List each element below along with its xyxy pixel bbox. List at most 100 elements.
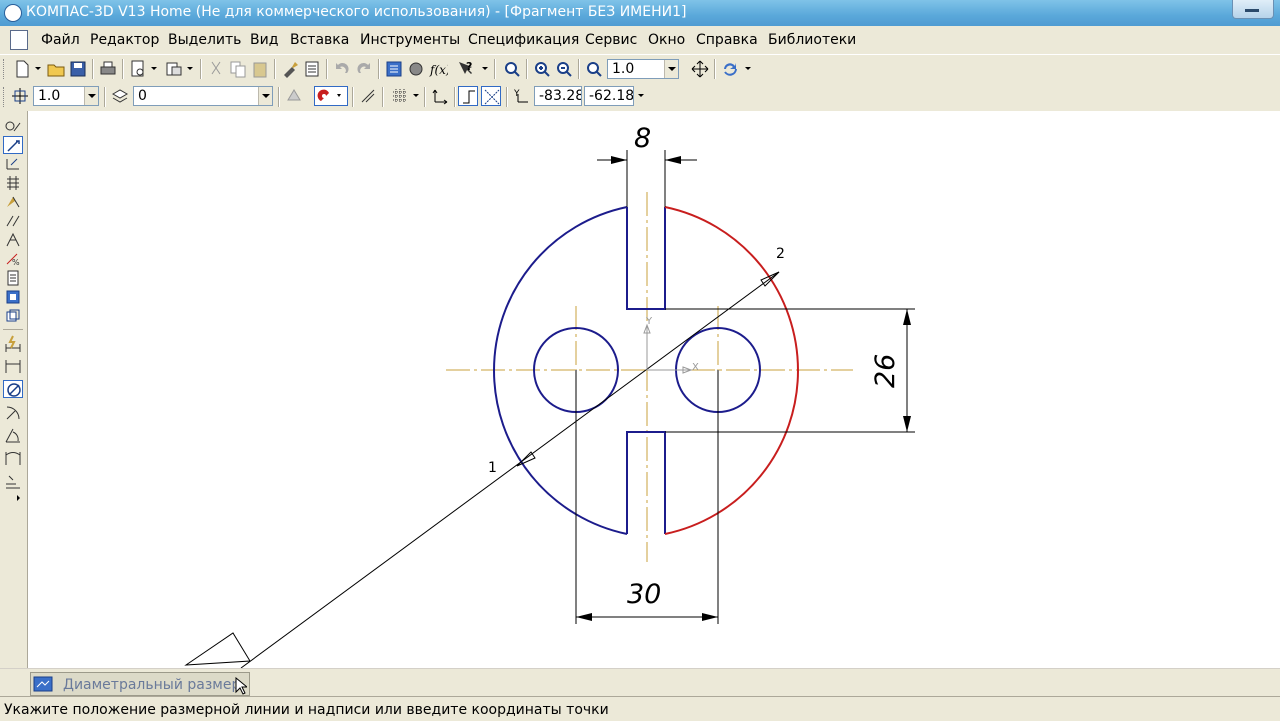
cut-icon[interactable] [206,59,226,79]
view-icon[interactable] [284,86,304,106]
document-icon[interactable] [10,30,28,50]
menu-window[interactable]: Окно [648,32,685,48]
auto-dimension-icon[interactable] [3,334,23,352]
menu-file[interactable]: Файл [41,32,80,48]
kompas-app-icon[interactable] [4,4,22,22]
menu-service[interactable]: Сервис [585,32,637,48]
editing-icon[interactable] [3,174,23,192]
ortho-mode-icon[interactable] [458,86,478,106]
grid-dropdown-chevron[interactable] [412,86,420,100]
variables-icon[interactable] [406,59,426,79]
views-icon[interactable] [3,307,23,325]
properties-icon[interactable] [302,59,322,79]
reports-icon[interactable] [3,269,23,287]
paste-icon[interactable] [250,59,270,79]
selection-icon[interactable] [3,231,23,249]
menu-insert[interactable]: Вставка [290,32,349,48]
cursor-step-dropdown[interactable] [84,87,98,105]
toolbar-separator [104,87,106,107]
zoom-scale-dropdown[interactable] [664,60,678,78]
toolbar-overflow-chevron[interactable] [637,86,645,100]
pan-icon[interactable] [690,59,710,79]
toolbar-overflow-chevron[interactable] [744,59,752,73]
diameter-dimension-tab[interactable]: Диаметральный размер [30,672,250,696]
toolbar-overflow-chevron[interactable] [481,59,489,73]
parametrization-icon[interactable] [3,193,23,211]
snap-magnet-icon[interactable] [314,86,348,106]
point-2-label: 2 [776,246,785,262]
diameter-dimension-icon[interactable] [3,380,23,398]
linear-dimension-icon[interactable] [3,357,23,375]
toolbar-separator [326,59,328,79]
insert-fragments-icon[interactable] [3,288,23,306]
toolbar-separator [122,59,124,79]
manager-dropdown-chevron[interactable] [186,59,194,73]
designations-icon[interactable] [3,155,23,173]
new-dropdown-chevron[interactable] [34,59,42,73]
zoom-in-icon[interactable] [532,59,552,79]
fx-icon[interactable]: f(x) [428,59,448,79]
center-lines [446,192,853,562]
copy-icon[interactable] [228,59,248,79]
refresh-icon[interactable] [720,59,740,79]
measurements-icon[interactable] [3,212,23,230]
preview-dropdown-chevron[interactable] [150,59,158,73]
arc-dimension-icon[interactable] [3,449,23,467]
minimize-button[interactable] [1232,0,1274,19]
cursor-step-icon[interactable] [10,86,30,106]
specification-icon[interactable]: % [3,250,23,268]
orthogonal-icon[interactable] [358,86,378,106]
open-folder-icon[interactable] [46,59,66,79]
angular-dimension-icon[interactable] [3,426,23,444]
standard-toolbar: f(x) ? 1.0 [0,55,1280,84]
menu-tools[interactable]: Инструменты [360,32,460,48]
panel-separator [3,329,23,330]
radial-dimension-icon[interactable] [3,403,23,421]
layer-field[interactable]: 0 [133,86,273,106]
diameter-label-shelf [184,632,251,666]
drawing-svg[interactable]: Y X 8 26 30 1 2 [28,111,1280,668]
layer-dropdown[interactable] [258,87,272,105]
zoom-out-icon[interactable] [554,59,574,79]
grid-icon[interactable] [390,86,410,106]
zoom-scale-icon[interactable] [584,59,604,79]
coord-x-field[interactable]: -83.28 [534,86,582,106]
menu-libraries[interactable]: Библиотеки [768,32,856,48]
toolbar-separator [494,59,496,79]
new-document-icon[interactable] [12,59,32,79]
undo-icon[interactable] [332,59,352,79]
context-help-icon[interactable]: ? [456,59,476,79]
diameter-leader-line [240,271,780,668]
dim-width-label: 30 [627,579,661,610]
redo-icon[interactable] [354,59,374,79]
tree-icon[interactable] [384,59,404,79]
print-icon[interactable] [98,59,118,79]
arrow-width-right [702,613,718,621]
manager-icon[interactable] [164,59,184,79]
toolbar-separator [200,59,202,79]
geometry-icon[interactable] [3,117,23,135]
preview-icon[interactable] [128,59,148,79]
menu-specification[interactable]: Спецификация [468,32,579,48]
menu-select[interactable]: Выделить [168,32,241,48]
toolbar-grip[interactable] [3,87,7,107]
panel-expand-chevron[interactable] [3,489,23,501]
menu-edit[interactable]: Редактор [90,32,159,48]
rounding-icon[interactable] [481,86,501,106]
toolbar-separator [578,59,580,79]
coord-x-value: -83.28 [539,88,582,104]
zoom-window-icon[interactable] [502,59,522,79]
format-brush-icon[interactable] [280,59,300,79]
drawing-canvas[interactable]: Y X 8 26 30 1 2 [27,111,1280,668]
menu-view[interactable]: Вид [250,32,278,48]
save-icon[interactable] [68,59,88,79]
layer-icon[interactable] [110,86,130,106]
toolbar-grip[interactable] [3,59,7,79]
local-cs-icon[interactable] [430,86,450,106]
mouse-cursor-icon [235,676,249,695]
coord-y-field[interactable]: -62.18 [584,86,634,106]
dimensions-icon[interactable] [3,136,23,154]
toolbar-separator [92,59,94,79]
height-dimension-icon[interactable] [3,472,23,490]
menu-help[interactable]: Справка [696,32,758,48]
